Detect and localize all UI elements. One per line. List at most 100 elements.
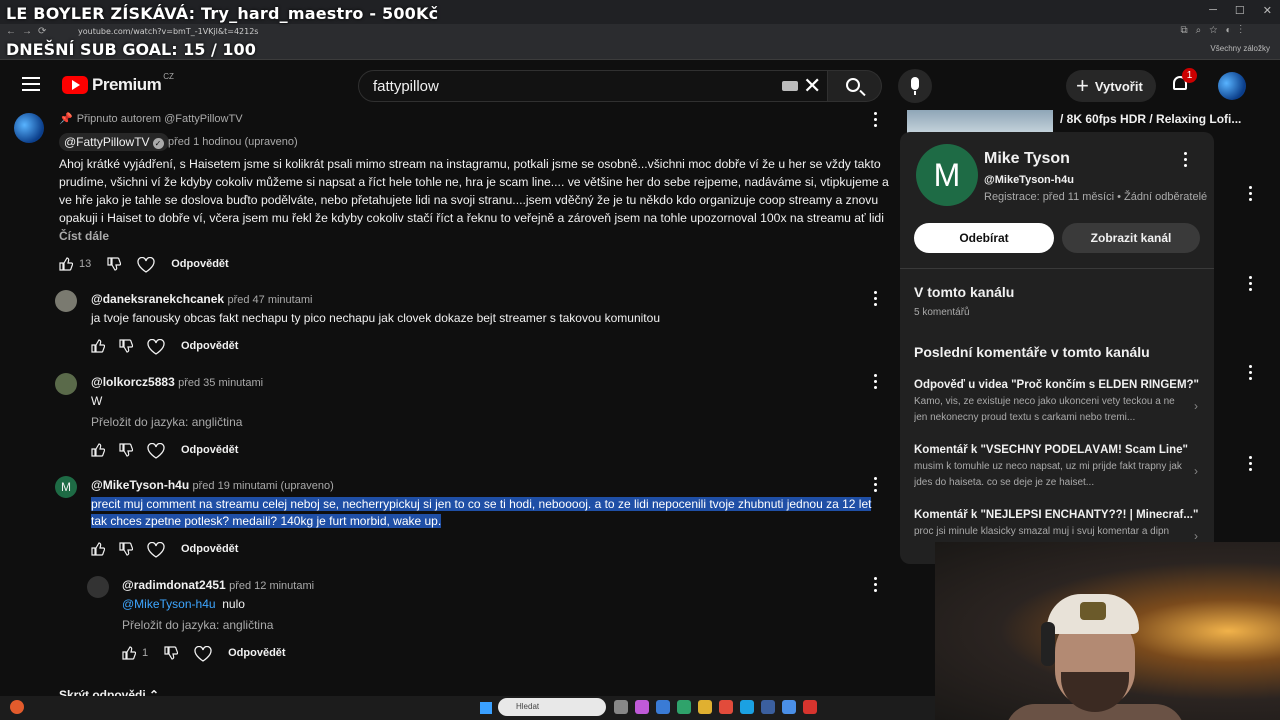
app-icon[interactable] [677,700,691,714]
avatar[interactable]: M [55,476,77,498]
comment-author[interactable]: @daneksranekchcanek před 47 minutami [91,292,312,306]
close-window-icon[interactable]: ✕ [1263,4,1272,17]
stream-overlay-donation: LE BOYLER ZÍSKÁVÁ: Try_hard_maestro - 50… [6,4,439,23]
heart-icon[interactable] [194,645,212,662]
reply-button[interactable]: Odpovědět [181,543,238,555]
related-more-icon[interactable] [1249,276,1253,292]
pin-icon: 📌 [59,113,73,125]
pinned-author-avatar[interactable] [14,113,44,143]
reply-button[interactable]: Odpovědět [181,444,238,456]
comment-actions: 1 Odpovědět [122,645,286,662]
avatar[interactable] [55,373,77,395]
create-button[interactable]: + Vytvořit [1066,70,1156,102]
channel-name[interactable]: Mike Tyson [984,150,1070,168]
dislike-icon[interactable] [119,339,134,353]
comment-count: 5 komentářů [914,307,970,318]
reply-button[interactable]: Odpovědět [171,258,228,270]
section-title: V tomto kanálu [914,284,1015,300]
dislike-icon[interactable] [164,646,179,660]
channel-avatar[interactable]: M [916,144,978,206]
recent-comment-item[interactable]: Odpověď u videa "Proč končím s ELDEN RIN… [914,379,1204,426]
selected-text: precit muj comment na streamu celej nebo… [91,497,872,511]
translate-link[interactable]: Přeložit do jazyka: angličtina [91,415,242,429]
pinned-timestamp: před 1 hodinou (upraveno) [168,136,298,148]
task-view-icon[interactable] [614,700,628,714]
plus-icon: + [1076,73,1089,98]
app-icon[interactable] [803,700,817,714]
like-icon[interactable] [91,542,106,556]
voice-search-button[interactable] [898,69,932,103]
keyboard-icon[interactable] [782,81,798,91]
reply-button[interactable]: Odpovědět [181,340,238,352]
pinned-more-icon[interactable] [874,112,878,128]
pinned-author-chip[interactable]: @FattyPillowTV ✓ [59,133,169,151]
clear-search-icon[interactable]: ✕ [803,73,821,99]
browser-nav-icons[interactable]: ←→⟳ [6,26,52,37]
app-icon[interactable] [10,700,24,714]
comment-more-icon[interactable] [874,374,878,390]
account-avatar[interactable] [1218,72,1246,100]
steam-icon[interactable] [761,700,775,714]
comment-more-icon[interactable] [874,477,878,493]
search-input[interactable] [373,76,773,96]
like-count: 13 [79,258,92,270]
comment-actions: Odpovědět [91,442,238,459]
heart-icon[interactable] [137,256,155,273]
chevron-right-icon: › [1194,399,1198,413]
comment-more-icon[interactable] [874,577,878,593]
edge-icon[interactable] [740,700,754,714]
dislike-icon[interactable] [119,443,134,457]
microphone-icon [911,77,919,90]
subscribe-button[interactable]: Odebírat [914,223,1054,253]
related-more-icon[interactable] [1249,456,1253,472]
avatar[interactable] [55,290,77,312]
reply-button[interactable]: Odpovědět [228,647,285,659]
avatar[interactable] [87,576,109,598]
comment-author[interactable]: @MikeTyson-h4u před 19 minutami (upraven… [91,478,334,492]
like-icon[interactable] [91,443,106,457]
windows-taskbar: Hledat [0,696,935,720]
related-video-title[interactable]: / 8K 60fps HDR / Relaxing Lofi... [1060,112,1260,126]
like-icon[interactable] [91,339,106,353]
divider [900,268,1214,269]
like-icon[interactable] [122,646,137,660]
taskbar-search[interactable]: Hledat [498,698,606,716]
recent-comment-item[interactable]: Komentář k "VŠECHNY PODĚLÁVÁM! Scam Line… [914,444,1204,491]
url-field[interactable]: youtube.com/watch?v=bmT_-1VKjl&t=4212s [78,27,258,36]
mention-link[interactable]: @MikeTyson-h4u [122,597,216,611]
channel-handle[interactable]: @MikeTyson-h4u [984,174,1074,186]
heart-icon[interactable] [147,338,165,355]
app-icon[interactable] [782,700,796,714]
chrome-icon[interactable] [719,700,733,714]
search-button[interactable] [828,70,882,102]
comment-author[interactable]: @lolkorcz5883 před 35 minutami [91,375,263,389]
youtube-header: Premium CZ ✕ +Vytvořit 1 [0,60,1280,110]
dislike-icon[interactable] [107,257,122,271]
like-icon[interactable] [59,257,74,271]
windows-start-icon[interactable] [480,702,492,714]
window-controls: ─ ☐ ✕ [1209,4,1272,17]
like-count: 1 [142,647,149,659]
related-more-icon[interactable] [1249,365,1253,381]
read-more-link[interactable]: Číst dále [59,229,109,243]
menu-icon[interactable] [22,77,40,91]
heart-icon[interactable] [147,442,165,459]
card-more-icon[interactable] [1184,152,1188,168]
dislike-icon[interactable] [119,542,134,556]
maximize-icon[interactable]: ☐ [1235,4,1245,17]
youtube-premium-logo[interactable]: Premium CZ [62,72,174,95]
view-channel-button[interactable]: Zobrazit kanál [1062,223,1200,253]
app-icon[interactable] [635,700,649,714]
notifications-bell-icon[interactable]: 1 [1170,68,1197,96]
comment-more-icon[interactable] [874,291,878,307]
all-bookmarks-link[interactable]: Všechny záložky [1210,44,1270,53]
minimize-icon[interactable]: ─ [1209,4,1217,17]
comment-author[interactable]: @radimdonat2451 před 12 minutami [122,578,314,592]
folder-icon[interactable] [698,700,712,714]
search-box: ✕ [358,70,828,102]
app-icon[interactable] [656,700,670,714]
related-more-icon[interactable] [1249,186,1253,202]
heart-icon[interactable] [147,541,165,558]
browser-toolbar-icons[interactable]: ⧉⌕☆◐⋮ [1181,25,1250,36]
translate-link[interactable]: Přeložit do jazyka: angličtina [122,618,273,632]
